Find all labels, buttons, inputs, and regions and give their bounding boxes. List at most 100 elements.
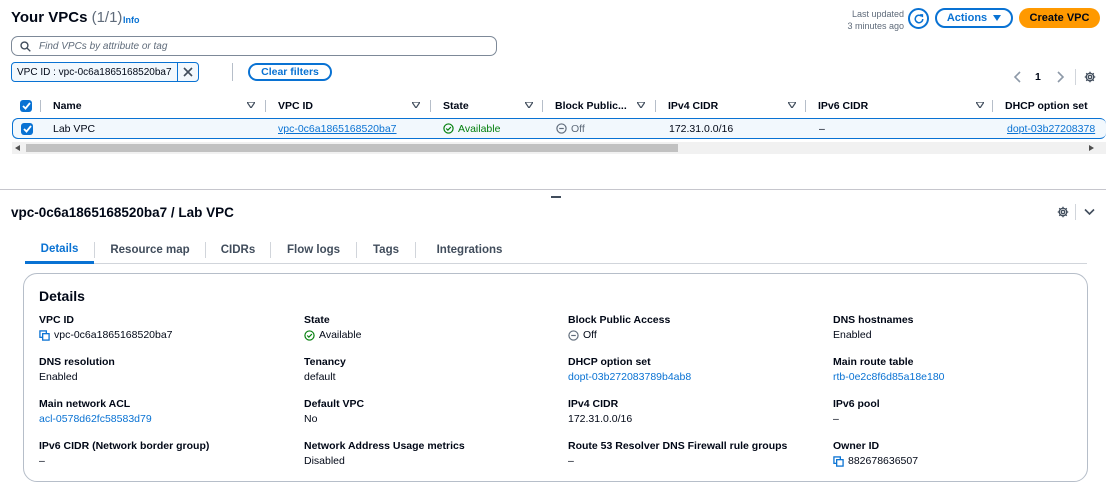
tab-integrations[interactable]: Integrations xyxy=(416,236,523,263)
checkbox-checked xyxy=(21,122,33,135)
field-tenancy: Tenancy default xyxy=(304,356,554,384)
cell-state: Available xyxy=(443,119,500,138)
collapse-panel-button[interactable] xyxy=(1084,208,1095,216)
column-header-ipv6-cidr[interactable]: IPv6 CIDR xyxy=(818,96,988,116)
table-preferences-button[interactable] xyxy=(1084,71,1096,83)
field-label: DNS hostnames xyxy=(833,314,914,326)
sort-caret-icon xyxy=(412,102,420,108)
actions-button[interactable]: Actions xyxy=(935,8,1013,28)
column-header-state[interactable]: State xyxy=(443,96,535,116)
field-ipv4-cidr: IPv4 CIDR 172.31.0.0/16 xyxy=(568,398,818,426)
gear-icon xyxy=(1084,71,1096,83)
sort-caret-icon xyxy=(247,102,255,108)
tab-flow-logs[interactable]: Flow logs xyxy=(271,236,356,263)
page-title-text: Your VPCs xyxy=(11,9,88,26)
copy-icon[interactable] xyxy=(833,455,844,467)
field-nau-metrics: Network Address Usage metrics Disabled xyxy=(304,440,554,468)
split-panel-divider[interactable] xyxy=(0,189,1106,190)
check-icon xyxy=(21,102,31,110)
field-value: Enabled xyxy=(39,371,78,383)
sort-caret-icon xyxy=(788,102,796,108)
field-value: – xyxy=(833,413,839,425)
main-route-table-link[interactable]: rtb-0e2c8f6d85a18e180 xyxy=(833,370,1083,384)
table-row[interactable]: Lab VPC vpc-0c6a1865168520ba7 Available … xyxy=(12,118,1106,139)
cell-vpc-id-link[interactable]: vpc-0c6a1865168520ba7 xyxy=(278,119,397,138)
clear-filters-button[interactable]: Clear filters xyxy=(248,63,332,81)
dhcp-option-set-link[interactable]: dopt-03b272083789b4ab8 xyxy=(568,370,818,384)
detail-tabs: Details Resource map CIDRs Flow logs Tag… xyxy=(25,236,1087,264)
column-header-label: DHCP option set xyxy=(1005,100,1088,112)
field-label: DNS resolution xyxy=(39,356,115,368)
cell-block-public: Off xyxy=(556,119,585,138)
horizontal-scrollbar[interactable] xyxy=(12,142,1106,154)
field-owner-id: Owner ID 882678636507 xyxy=(833,440,1083,468)
column-header-block-public[interactable]: Block Public... xyxy=(555,96,647,116)
field-label: IPv6 pool xyxy=(833,398,880,410)
column-header-label: State xyxy=(443,100,469,112)
detail-title: vpc-0c6a1865168520ba7 / Lab VPC xyxy=(11,205,234,220)
field-value: No xyxy=(304,413,318,425)
details-container: Details VPC ID vpc-0c6a1865168520ba7 Sta… xyxy=(23,273,1088,482)
vpc-id-value: vpc-0c6a1865168520ba7 xyxy=(54,329,173,341)
cell-ipv4-cidr: 172.31.0.0/16 xyxy=(669,122,734,135)
refresh-button[interactable] xyxy=(908,8,929,29)
copy-icon[interactable] xyxy=(39,329,50,341)
field-main-network-acl: Main network ACL acl-0578d62fc58583d79 xyxy=(39,398,289,426)
column-header-name[interactable]: Name xyxy=(53,96,263,116)
divider xyxy=(1075,69,1076,85)
scroll-left-icon[interactable] xyxy=(15,145,20,151)
column-divider xyxy=(430,100,431,112)
status-off: Off xyxy=(556,123,585,135)
split-panel-preferences-button[interactable] xyxy=(1057,206,1069,218)
field-ipv6-cidr-nbg: IPv6 CIDR (Network border group) – xyxy=(39,440,289,468)
search-input[interactable] xyxy=(39,40,479,52)
tab-resource-map[interactable]: Resource map xyxy=(95,236,205,263)
tab-cidrs[interactable]: CIDRs xyxy=(206,236,270,263)
column-header-label: IPv4 CIDR xyxy=(668,100,719,112)
sort-caret-icon xyxy=(637,102,645,108)
column-header-ipv4-cidr[interactable]: IPv4 CIDR xyxy=(668,96,798,116)
field-label: IPv4 CIDR xyxy=(568,398,619,410)
field-value: 882678636507 xyxy=(833,454,1083,468)
cell-dhcp-link[interactable]: dopt-03b27208378 xyxy=(1007,119,1095,138)
column-divider xyxy=(805,100,806,112)
remove-filter-button[interactable] xyxy=(176,63,198,81)
filter-token: VPC ID : vpc-0c6a1865168520ba7 xyxy=(11,62,199,82)
field-dns-hostnames: DNS hostnames Enabled xyxy=(833,314,1083,342)
field-label: Owner ID xyxy=(833,440,880,452)
select-all-checkbox[interactable] xyxy=(20,96,32,116)
field-value: – xyxy=(39,455,45,467)
split-panel-handle[interactable] xyxy=(551,196,561,198)
cell-ipv6-cidr: – xyxy=(819,122,825,135)
actions-label: Actions xyxy=(946,12,988,24)
field-label: Tenancy xyxy=(304,356,346,368)
create-vpc-button[interactable]: Create VPC xyxy=(1019,8,1100,28)
field-block-public-access: Block Public Access Off xyxy=(568,314,818,342)
page-number[interactable]: 1 xyxy=(1035,71,1041,83)
search-field[interactable] xyxy=(11,36,497,56)
row-checkbox[interactable] xyxy=(21,119,33,138)
field-label: IPv6 CIDR (Network border group) xyxy=(39,440,210,452)
main-network-acl-link[interactable]: acl-0578d62fc58583d79 xyxy=(39,412,289,426)
tab-tags[interactable]: Tags xyxy=(357,236,415,263)
column-header-vpc-id[interactable]: VPC ID xyxy=(278,96,428,116)
field-label: Network Address Usage metrics xyxy=(304,440,465,452)
sort-caret-icon xyxy=(525,102,533,108)
scrollbar-thumb[interactable] xyxy=(26,144,678,152)
info-link[interactable]: Info xyxy=(123,15,140,25)
owner-id-value: 882678636507 xyxy=(848,455,919,467)
column-divider xyxy=(655,100,656,112)
field-label: VPC ID xyxy=(39,314,75,326)
tab-details[interactable]: Details xyxy=(25,236,94,264)
previous-page-button[interactable] xyxy=(1013,70,1023,84)
scroll-right-icon[interactable] xyxy=(1089,145,1094,151)
column-header-dhcp[interactable]: DHCP option set xyxy=(1005,96,1088,116)
details-heading: Details xyxy=(39,288,85,304)
status-text: Off xyxy=(571,122,585,135)
column-header-label: IPv6 CIDR xyxy=(818,100,869,112)
check-icon xyxy=(22,124,32,133)
next-page-button[interactable] xyxy=(1055,70,1065,84)
field-value: Available xyxy=(304,328,554,342)
field-vpc-id: VPC ID vpc-0c6a1865168520ba7 xyxy=(39,314,289,342)
status-text: Available xyxy=(458,122,501,135)
